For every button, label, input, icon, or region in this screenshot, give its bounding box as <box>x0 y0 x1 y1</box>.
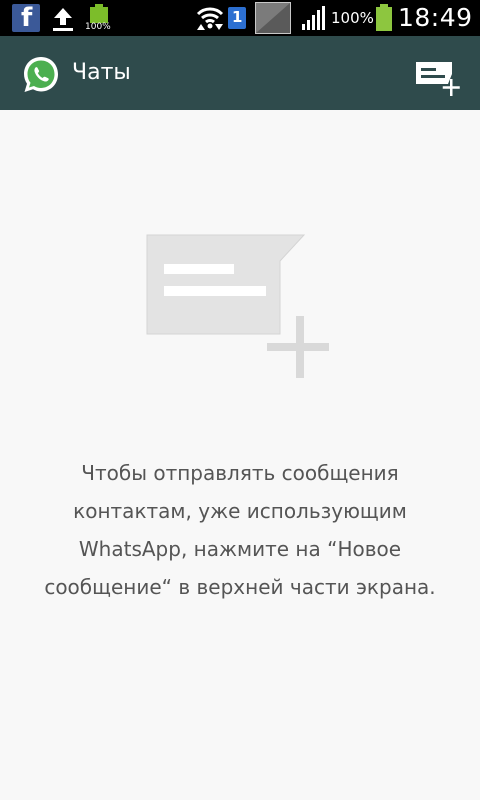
sim-icon: 1 <box>228 7 246 29</box>
new-chat-button[interactable] <box>408 50 464 98</box>
new-message-icon <box>146 234 329 378</box>
gallery-thumbnail-icon <box>255 2 291 34</box>
new-message-icon <box>416 62 460 96</box>
battery-icon <box>376 4 392 31</box>
empty-state-message: Чтобы отправлять сообщения контактам, уж… <box>44 461 436 599</box>
facebook-icon: f <box>12 3 40 33</box>
whatsapp-logo-icon[interactable] <box>20 54 62 96</box>
small-battery-label: 100% <box>85 22 111 32</box>
facebook-letter: f <box>21 3 33 33</box>
chats-empty-state: Чтобы отправлять сообщения контактам, уж… <box>0 110 480 800</box>
clock: 18:49 <box>398 3 473 32</box>
action-bar: Чаты <box>0 36 480 110</box>
wifi-icon <box>196 7 224 30</box>
battery-small-icon <box>90 4 108 23</box>
sim-label: 1 <box>232 8 243 26</box>
signal-icon <box>302 6 325 30</box>
upload-icon <box>53 8 73 31</box>
action-bar-title: Чаты <box>72 60 131 85</box>
status-bar: f 100% 1 100% 18:49 <box>0 0 480 36</box>
battery-percent: 100% <box>331 9 374 27</box>
